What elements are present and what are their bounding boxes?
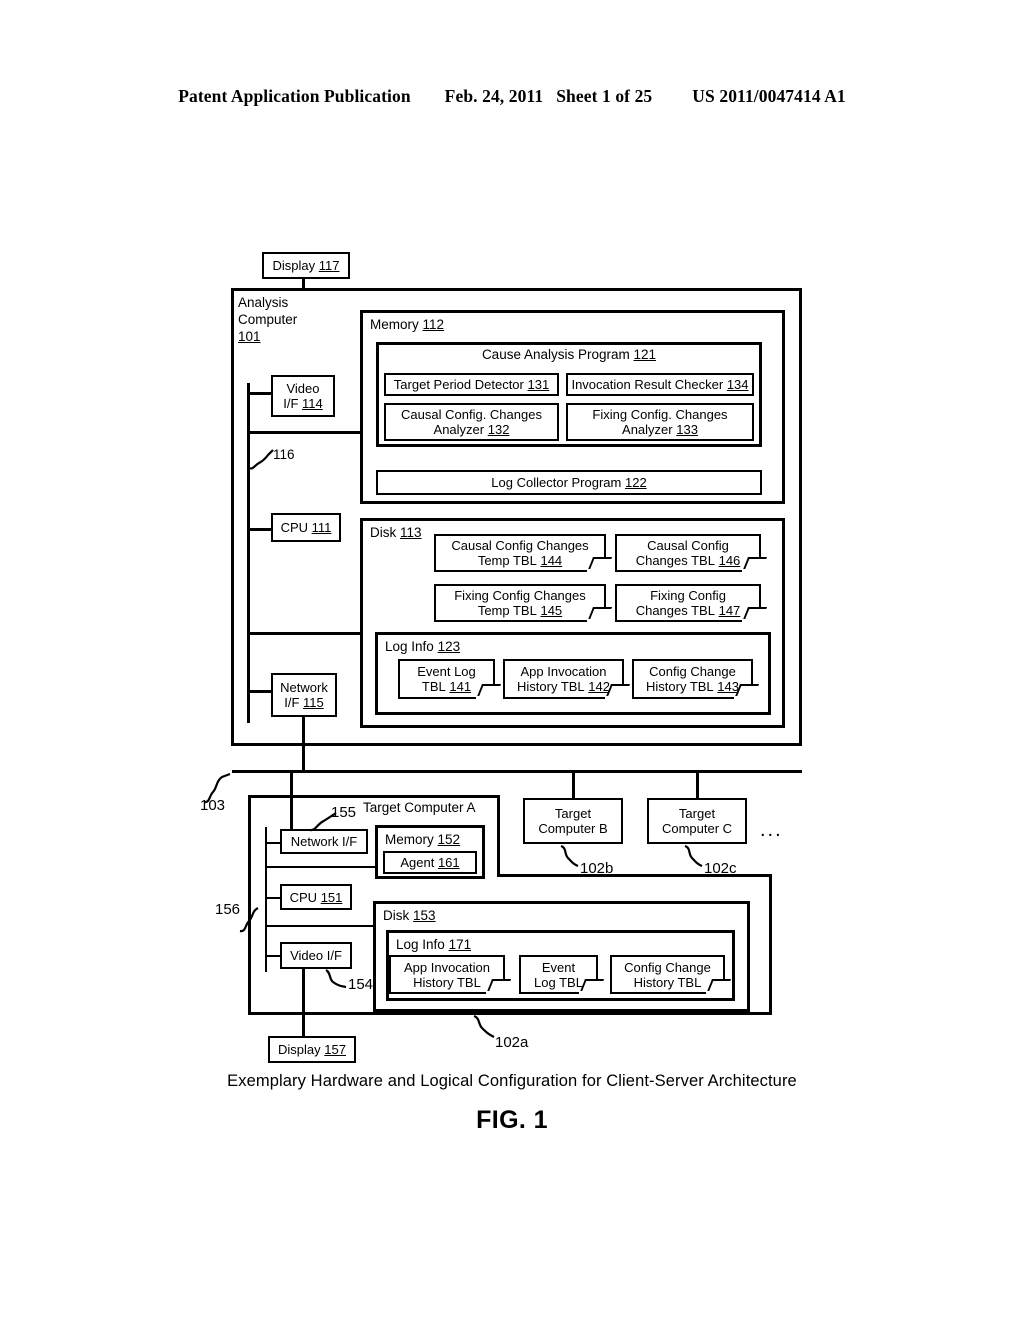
page-header: Patent Application Publication Feb. 24, 2…: [0, 86, 1024, 107]
target-period-detector-131-label: Target Period Detector 131: [393, 377, 550, 392]
target-a-bus-stub-cpu: [265, 897, 280, 899]
network-if-to-bus-connector: [302, 717, 305, 773]
log-collector-program-122-box: Log Collector Program 122: [376, 470, 762, 495]
network-if-115-box: Network I/F 115: [271, 673, 337, 717]
video-if-114-box: Video I/F 114: [271, 375, 335, 417]
target-a-cpu-151-box: CPU 151: [280, 884, 352, 910]
target-c-102c-ref: 102c: [704, 860, 737, 877]
causal-config-changes-temp-tbl-144-label: Causal Config Changes Temp TBL 144: [451, 538, 589, 568]
event-log-tbl-141-label: Event Log TBL 141: [417, 664, 476, 694]
target-a-agent-161-box: Agent 161: [383, 851, 477, 874]
target-period-detector-131-box: Target Period Detector 131: [384, 373, 559, 396]
target-a-disk-153-label: Disk 153: [383, 908, 436, 923]
publication-date: Feb. 24, 2011: [444, 86, 544, 106]
fixing-config-changes-analyzer-133-label: Fixing Config. Changes Analyzer 133: [592, 407, 728, 437]
analysis-computer-title: Analysis Computer 101: [238, 295, 298, 344]
app-invocation-history-tbl-142: App Invocation History TBL 142: [503, 659, 631, 700]
publication-label: Patent Application Publication: [178, 86, 411, 106]
target-a-app-invocation-history-tbl-label: App Invocation History TBL: [403, 959, 490, 990]
more-computers-ellipsis: ...: [760, 819, 783, 841]
log-info-123-label: Log Info 123: [385, 639, 461, 654]
target-a-rail-to-memory: [265, 866, 375, 868]
disk-113-label: Disk 113: [370, 525, 422, 540]
bus-drop-target-b: [572, 770, 575, 800]
display-117-label: Display 117: [272, 258, 340, 273]
target-a-internal-bus: [265, 827, 267, 972]
display-117-box: Display 117: [262, 252, 350, 279]
cpu-111-label: CPU 111: [280, 520, 332, 535]
target-a-102a-ref: 102a: [495, 1034, 529, 1051]
target-a-video-to-display-connector: [302, 969, 305, 1036]
causal-config-changes-temp-tbl-144: Causal Config Changes Temp TBL 144: [434, 534, 613, 573]
target-a-display-157-box: Display 157: [268, 1036, 356, 1063]
event-log-tbl-141: Event Log TBL 141: [398, 659, 502, 700]
app-invocation-history-tbl-142-label: App Invocation History TBL 142: [517, 664, 610, 694]
bus-drop-target-c: [696, 770, 699, 800]
causal-config-changes-tbl-146: Causal Config Changes TBL 146: [615, 534, 768, 573]
target-computer-c-box: Target Computer C: [647, 798, 747, 844]
target-a-event-log-tbl: Event Log TBL: [519, 955, 605, 995]
figure-caption: Exemplary Hardware and Logical Configura…: [227, 1072, 797, 1090]
target-a-bus-stub-network: [265, 842, 280, 844]
fixing-config-changes-analyzer-133-box: Fixing Config. Changes Analyzer 133: [566, 403, 754, 441]
target-a-config-change-history-tbl-label: Config Change History TBL: [624, 959, 711, 990]
target-b-102b-ref: 102b: [580, 860, 614, 877]
target-computer-b-box: Target Computer B: [523, 798, 623, 844]
causal-config-changes-tbl-146-label: Causal Config Changes TBL 146: [635, 538, 741, 568]
bus-rail-to-memory: [247, 431, 361, 434]
fixing-config-changes-tbl-147: Fixing Config Changes TBL 147: [615, 584, 768, 623]
invocation-result-checker-134-box: Invocation Result Checker 134: [566, 373, 754, 396]
target-a-network-if-155-ref: 155: [331, 804, 357, 821]
fixing-config-changes-temp-tbl-145: Fixing Config Changes Temp TBL 145: [434, 584, 613, 623]
network-103-ref: 103: [200, 797, 226, 814]
target-a-bus-stub-video: [265, 955, 280, 957]
target-a-agent-161-label: Agent 161: [400, 855, 460, 870]
log-collector-program-122-label: Log Collector Program 122: [491, 475, 647, 490]
target-a-cpu-151-label: CPU 151: [289, 889, 343, 905]
cause-analysis-program-121-label: Cause Analysis Program 121: [481, 347, 657, 362]
fixing-config-changes-tbl-147-label: Fixing Config Changes TBL 147: [635, 588, 741, 618]
target-a-display-157-label: Display 157: [278, 1042, 346, 1057]
target-a-event-log-tbl-label: Event Log TBL: [534, 959, 583, 990]
analysis-computer-internal-bus: [247, 383, 250, 723]
network-if-115-label: Network I/F 115: [280, 680, 328, 710]
target-a-config-change-history-tbl: Config Change History TBL: [610, 955, 732, 995]
target-a-video-if-154-ref: 154: [348, 976, 374, 993]
target-a-bus-156-leader: [236, 905, 270, 935]
cpu-111-box: CPU 111: [271, 513, 341, 542]
config-change-history-tbl-143: Config Change History TBL 143: [632, 659, 760, 700]
sheet-number: Sheet 1 of 25: [556, 86, 653, 106]
target-a-bus-156-ref: 156: [215, 901, 241, 918]
target-a-app-invocation-history-tbl: App Invocation History TBL: [389, 955, 512, 995]
memory-112-label: Memory 112: [370, 317, 445, 332]
target-a-log-info-171-label: Log Info 171: [396, 937, 472, 952]
video-if-114-label: Video I/F 114: [283, 381, 323, 411]
bus-stub-cpu: [247, 528, 273, 531]
target-a-video-if-box: Video I/F: [280, 942, 352, 969]
bus-116-ref: 116: [273, 447, 295, 462]
config-change-history-tbl-143-label: Config Change History TBL 143: [646, 664, 739, 694]
target-computer-c-label: Target Computer C: [661, 806, 733, 836]
network-bus-line: [232, 770, 802, 773]
invocation-result-checker-134-label: Invocation Result Checker 134: [571, 377, 749, 392]
causal-config-changes-analyzer-132-box: Causal Config. Changes Analyzer 132: [384, 403, 559, 441]
target-a-memory-152-label: Memory 152: [385, 832, 461, 847]
bus-stub-network: [247, 690, 273, 693]
target-computer-a-title: Target Computer A: [363, 800, 476, 815]
figure-number: FIG. 1: [476, 1106, 548, 1134]
target-computer-b-label: Target Computer B: [538, 806, 608, 836]
fixing-config-changes-temp-tbl-145-label: Fixing Config Changes Temp TBL 145: [454, 588, 586, 618]
target-a-network-if-label: Network I/F: [290, 834, 358, 849]
target-a-rail-to-disk: [265, 925, 375, 927]
causal-config-changes-analyzer-132-label: Causal Config. Changes Analyzer 132: [401, 407, 542, 437]
document-number: US 2011/0047414 A1: [692, 86, 846, 106]
target-a-video-if-label: Video I/F: [290, 948, 342, 963]
bus-stub-video: [247, 392, 273, 395]
bus-rail-to-disk: [247, 632, 361, 635]
bus-drop-target-a: [290, 770, 293, 833]
